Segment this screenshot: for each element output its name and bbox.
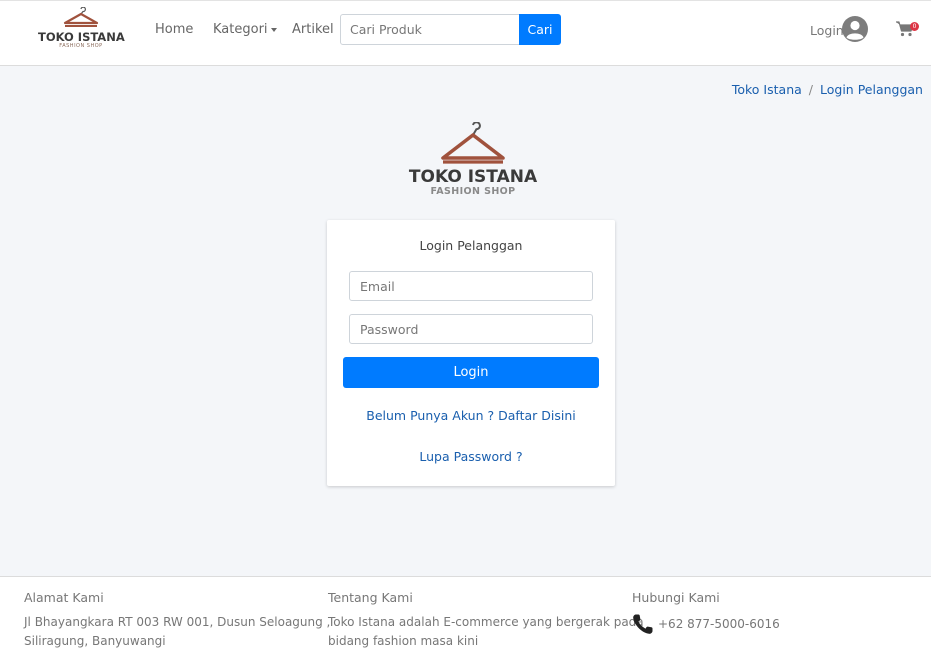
- user-avatar-icon[interactable]: [841, 15, 869, 43]
- password-field[interactable]: [349, 314, 593, 344]
- login-link[interactable]: Login: [810, 23, 844, 38]
- footer-address: Alamat Kami Jl Bhayangkara RT 003 RW 001…: [24, 590, 330, 651]
- footer-phone-row: +62 877-5000-6016: [632, 613, 780, 635]
- footer-address-line2: Siliragung, Banyuwangi: [24, 634, 166, 648]
- footer-contact-heading: Hubungi Kami: [632, 590, 720, 605]
- search-input[interactable]: [340, 14, 520, 45]
- footer-phone: +62 877-5000-6016: [658, 616, 780, 631]
- brand-name: TOKO ISTANA: [38, 30, 125, 44]
- caret-down-icon: [270, 27, 277, 32]
- breadcrumb-separator: /: [808, 82, 813, 97]
- login-card: Login Pelanggan Login Belum Punya Akun ?…: [327, 220, 615, 486]
- footer-about-line1: Toko Istana adalah E-commerce yang berge…: [328, 615, 644, 629]
- navbar: TOKO ISTANA FASHION SHOP Home Kategori A…: [0, 0, 931, 66]
- forgot-password-link[interactable]: Lupa Password ?: [327, 449, 615, 464]
- footer-about-line2: bidang fashion masa kini: [328, 634, 479, 648]
- breadcrumb: Toko Istana / Login Pelanggan: [732, 82, 923, 97]
- footer-about-heading: Tentang Kami: [328, 590, 413, 605]
- footer-address-heading: Alamat Kami: [24, 590, 104, 605]
- hanger-icon: [441, 122, 505, 164]
- nav-artikel[interactable]: Artikel: [292, 22, 334, 37]
- email-field[interactable]: [349, 271, 593, 301]
- main-logo: TOKO ISTANA FASHION SHOP: [403, 122, 543, 202]
- footer-about: Tentang Kami Toko Istana adalah E-commer…: [328, 590, 644, 651]
- footer-contact: Hubungi Kami +62 877-5000-6016: [632, 590, 780, 635]
- hanger-icon: [63, 7, 99, 27]
- footer: Alamat Kami Jl Bhayangkara RT 003 RW 001…: [0, 576, 931, 652]
- nav-home[interactable]: Home: [155, 22, 193, 37]
- login-title: Login Pelanggan: [419, 238, 523, 253]
- nav-kategori-dropdown[interactable]: Kategori: [213, 22, 277, 37]
- breadcrumb-home[interactable]: Toko Istana: [732, 82, 802, 97]
- search-button[interactable]: Cari: [519, 14, 561, 45]
- nav-kategori-label: Kategori: [213, 22, 268, 37]
- footer-address-line1: Jl Bhayangkara RT 003 RW 001, Dusun Selo…: [24, 615, 331, 629]
- register-link[interactable]: Belum Punya Akun ? Daftar Disini: [327, 408, 615, 423]
- phone-icon: [633, 614, 653, 634]
- breadcrumb-current[interactable]: Login Pelanggan: [820, 82, 923, 97]
- cart-count-badge: 0: [910, 22, 919, 31]
- login-button[interactable]: Login: [343, 357, 599, 388]
- brand-logo[interactable]: TOKO ISTANA FASHION SHOP: [38, 7, 125, 55]
- logo-tagline: FASHION SHOP: [430, 186, 516, 197]
- logo-name: TOKO ISTANA: [408, 167, 538, 187]
